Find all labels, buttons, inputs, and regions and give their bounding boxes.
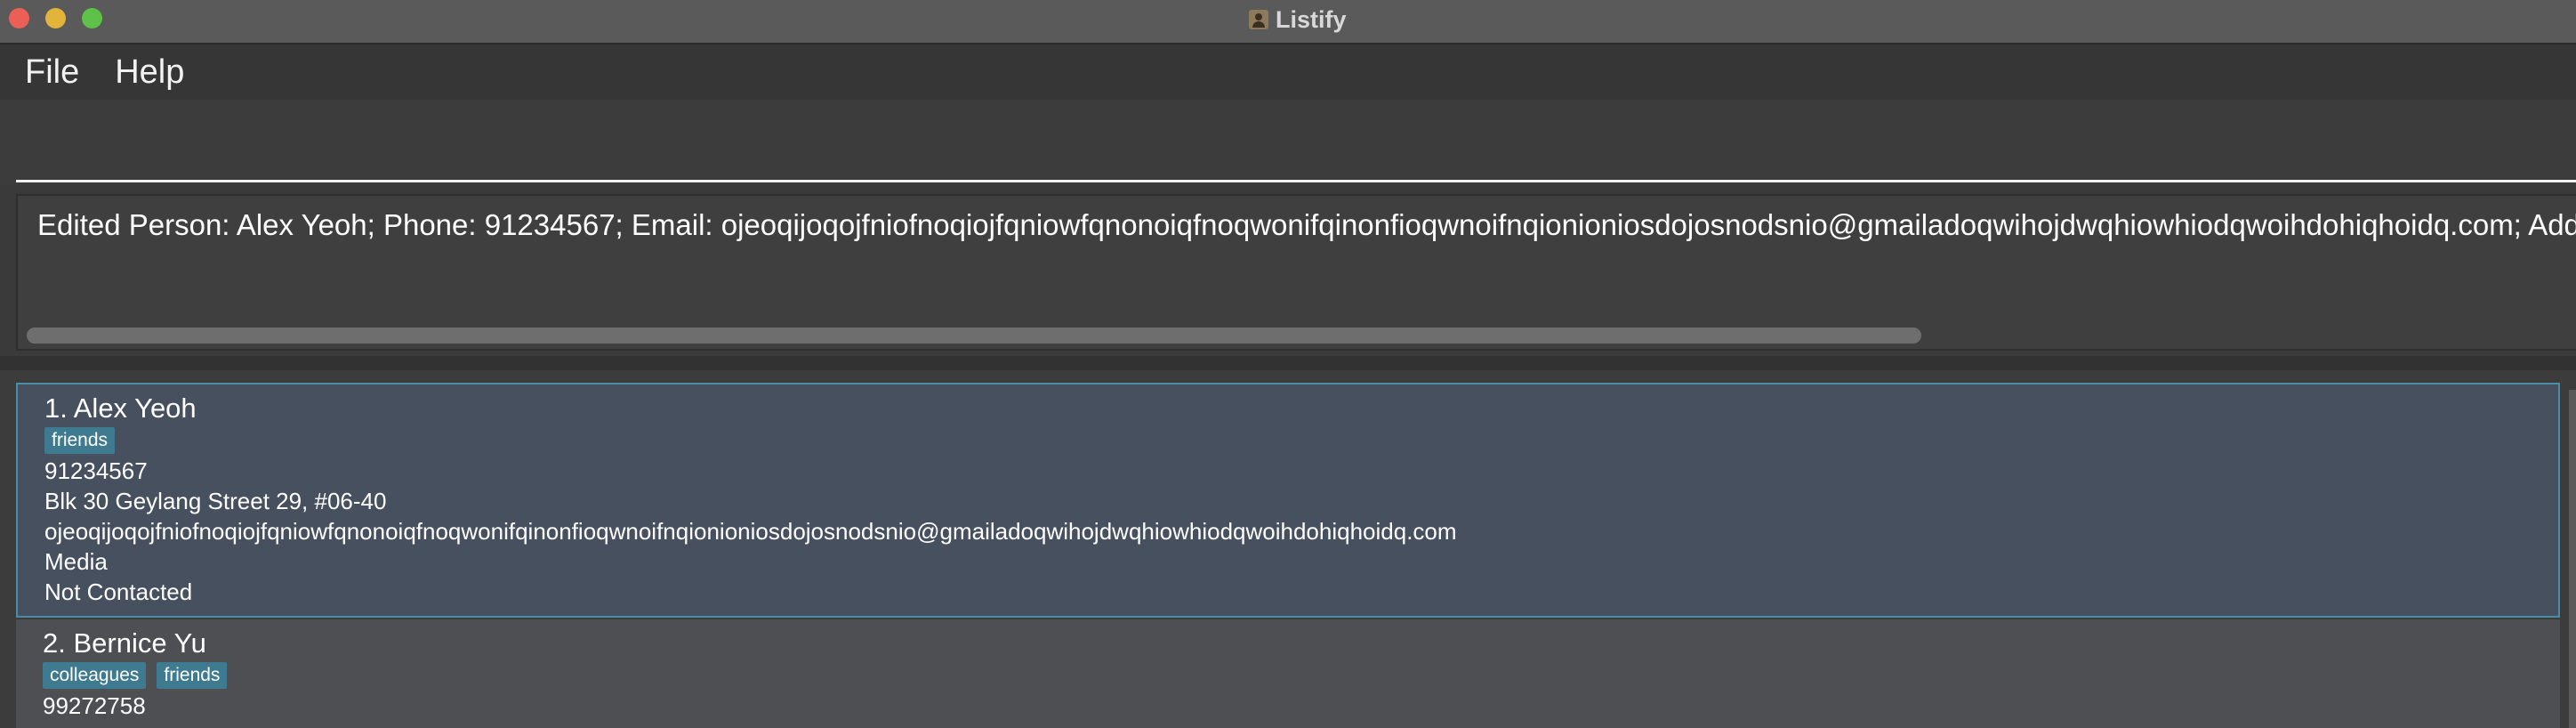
minimize-window-button[interactable] xyxy=(45,8,66,28)
app-window: Listify File Help Edited Person: Alex Ye… xyxy=(0,0,2576,728)
contact-book-icon xyxy=(1249,10,1268,29)
maximize-window-button[interactable] xyxy=(82,8,102,28)
divider xyxy=(0,185,2576,194)
person-phone: 99272758 xyxy=(43,692,146,719)
tag-badge: colleagues xyxy=(43,662,147,689)
close-window-button[interactable] xyxy=(9,8,29,28)
command-input[interactable] xyxy=(16,130,2576,182)
person-platform: Media xyxy=(44,548,108,575)
tag-badge: friends xyxy=(157,662,228,689)
menu-help[interactable]: Help xyxy=(115,53,184,92)
divider xyxy=(0,356,2576,370)
window-title: Listify xyxy=(1276,5,1347,33)
tag-list: friends xyxy=(44,427,2558,454)
menu-bar: File Help xyxy=(0,44,2576,100)
title-bar[interactable]: Listify xyxy=(0,0,2576,44)
tag-badge: friends xyxy=(44,427,116,454)
menu-file[interactable]: File xyxy=(25,53,79,92)
result-display[interactable]: Edited Person: Alex Yeoh; Phone: 9123456… xyxy=(16,194,2576,351)
window-title-group: Listify xyxy=(1249,4,1347,36)
command-box-container xyxy=(0,100,2576,185)
result-horizontal-scrollbar[interactable] xyxy=(27,328,1921,344)
person-phone: 91234567 xyxy=(44,457,148,484)
list-vertical-scrollbar[interactable] xyxy=(2569,390,2576,728)
person-list[interactable]: 1. Alex Yeoh friends 91234567 Blk 30 Gey… xyxy=(0,370,2576,728)
tag-list: colleagues friends xyxy=(43,662,2560,689)
person-email: ojeoqijoqojfniofnoqiojfqniowfqnonoiqfnoq… xyxy=(44,518,1457,545)
person-card-selected[interactable]: 1. Alex Yeoh friends 91234567 Blk 30 Gey… xyxy=(16,383,2560,618)
person-name: 2. Bernice Yu xyxy=(43,627,206,659)
person-status: Not Contacted xyxy=(44,578,193,605)
person-name: 1. Alex Yeoh xyxy=(44,392,197,424)
person-card[interactable]: 2. Bernice Yu colleagues friends 9927275… xyxy=(16,619,2560,728)
person-address: Blk 30 Geylang Street 29, #06-40 xyxy=(44,488,387,514)
result-message: Edited Person: Alex Yeoh; Phone: 9123456… xyxy=(37,208,2576,241)
